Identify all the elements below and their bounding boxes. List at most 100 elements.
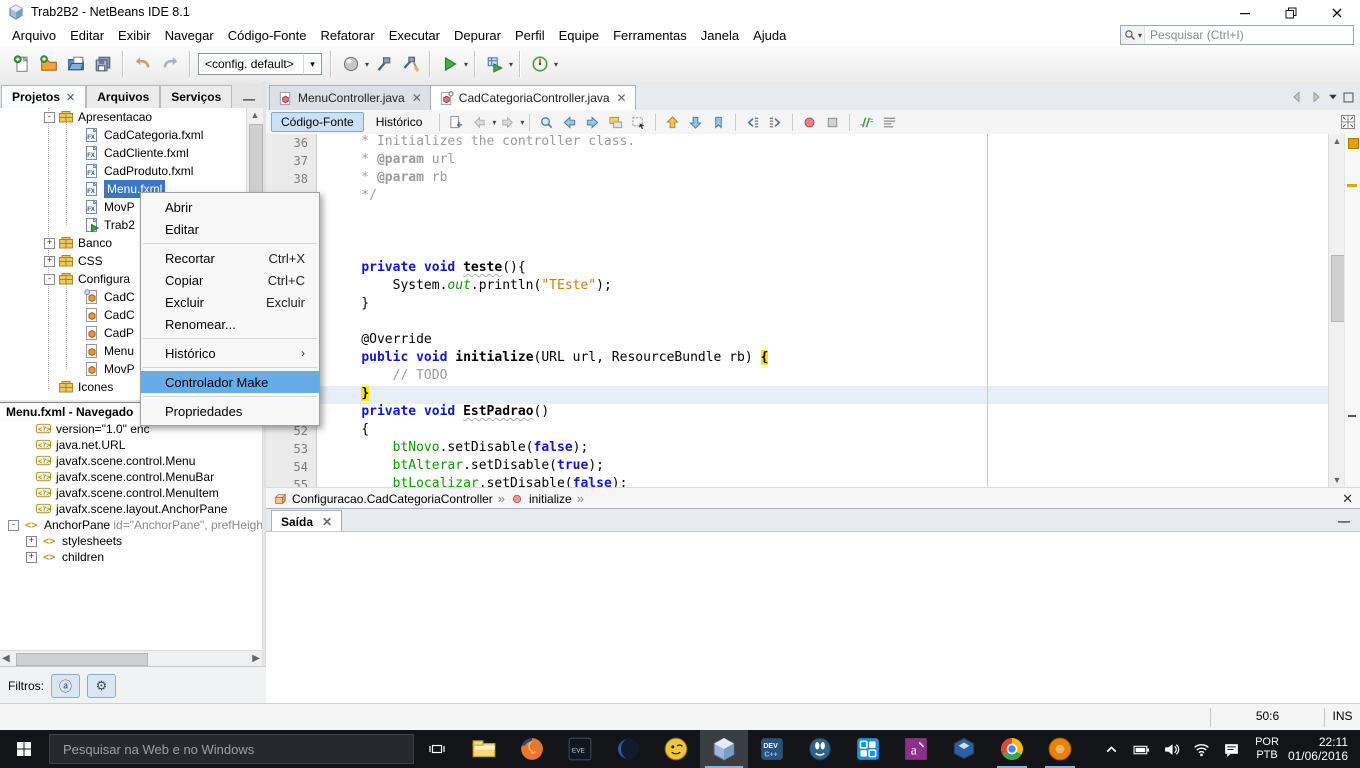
close-button[interactable] [1314,0,1360,26]
code-line[interactable]: // TODO [317,368,1329,386]
taskbar-app-netbeans[interactable] [700,730,748,768]
tree-expand-icon[interactable]: + [44,238,55,249]
tree-item[interactable]: -Apresentacao [0,108,262,126]
find-selection-button[interactable] [535,112,558,132]
tab-close-icon[interactable]: ✕ [412,91,422,105]
new-file-button[interactable] [8,51,35,78]
taskbar-app-eve[interactable]: EVE [556,730,604,768]
context-menu-item-copiar[interactable]: CopiarCtrl+C [141,269,319,291]
taskbar-app-postgresql[interactable] [796,730,844,768]
taskbar-app-orange-app[interactable] [1036,730,1084,768]
debug-project-dropdown-icon[interactable]: ▾ [509,60,513,69]
taskbar-app-file-explorer[interactable] [460,730,508,768]
tree-item[interactable]: FXCadCategoria.fxml [0,126,262,144]
code-line[interactable]: * Initializes the controller class. [317,134,1329,152]
tray-volume-button[interactable] [1156,741,1186,758]
set-main-project-button[interactable] [337,51,364,78]
filter-attributes-button[interactable]: ⓐ [51,674,80,698]
navigator-item[interactable]: +<>children [0,549,262,565]
tab-close-icon[interactable]: ✕ [617,91,627,105]
stripe-warning-badge[interactable] [1348,138,1359,149]
undo-button[interactable] [129,51,156,78]
editor-tab[interactable]: MenuController.java✕ [269,85,431,110]
navigator-collapse-icon[interactable]: - [8,520,19,531]
tray-message-button[interactable] [1216,741,1246,758]
tree-item[interactable]: FXCadCliente.fxml [0,144,262,162]
scroll-right-icon[interactable]: ▶ [252,651,260,666]
output-console[interactable] [266,531,1360,703]
tab-close-icon[interactable]: ✕ [66,91,75,104]
collapse-panel-button[interactable]: — [243,95,255,103]
tree-expand-icon[interactable]: + [44,256,55,267]
code-line[interactable]: private void teste(){ [317,260,1329,278]
save-all-button[interactable] [89,51,116,78]
navigator-expand-icon[interactable]: + [26,552,37,563]
code-line[interactable]: * @param rb [317,170,1329,188]
debug-project-button[interactable] [481,51,508,78]
next-bookmark-button[interactable] [684,112,707,132]
nav-back-button[interactable] [468,112,491,132]
code-line[interactable]: System.out.println("TEste"); [317,278,1329,296]
clean-and-build-project-button[interactable] [396,51,423,78]
history-view-button[interactable]: Histórico [366,112,433,132]
navigator-item[interactable]: <?>javafx.scene.layout.AnchorPane [0,501,262,517]
context-menu-item-excluir[interactable]: ExcluirExcluir [141,291,319,313]
navigator-tree[interactable]: <?>version="1.0" enc<?>java.net.URL<?>ja… [0,421,262,650]
rect-select-button[interactable] [627,112,650,132]
left-tab-projetos[interactable]: Projetos✕ [1,85,86,108]
code-line[interactable]: public void initialize(URL url, Resource… [317,350,1329,368]
maximize-editor-icon[interactable] [1342,91,1355,104]
navigator-hscrollbar[interactable]: ◀ ▶ [0,650,262,667]
profile-project-button[interactable] [526,51,553,78]
search-icon-button[interactable]: ▾ [1121,26,1145,44]
menubar-item[interactable]: Janela [694,26,746,45]
comment-button[interactable] [855,112,878,132]
navigator-item[interactable]: <?>javafx.scene.control.MenuBar [0,469,262,485]
editor-scrollbar[interactable]: ▲ ▼ [1328,134,1345,487]
breadcrumb-label[interactable]: initialize [529,492,572,506]
context-menu-item-editar[interactable]: Editar [141,218,319,240]
taskbar-clock[interactable]: 22:11 01/06/2016 [1288,735,1348,763]
code-line[interactable]: * @param url [317,152,1329,170]
config-caret-icon[interactable]: ▾ [303,55,321,73]
new-project-button[interactable] [35,51,62,78]
left-tab-arquivos[interactable]: Arquivos [86,85,160,108]
code-line[interactable] [317,206,1329,224]
taskbar-app-chrome[interactable] [988,730,1036,768]
scroll-tabs-right-icon[interactable] [1308,89,1324,105]
menubar-item[interactable]: Arquivo [5,26,63,45]
filter-content-button[interactable]: ⚙ [87,674,116,698]
taskbar-app-devcpp[interactable]: DEVC++ [748,730,796,768]
code-line[interactable]: private void EstPadrao() [317,404,1329,422]
tree-collapse-icon[interactable]: - [44,274,55,285]
context-menu-item-hist-rico[interactable]: Histórico› [141,342,319,364]
navigator-item[interactable]: <?>javafx.scene.control.Menu [0,453,262,469]
navigator-expand-icon[interactable]: + [26,536,37,547]
menubar-item[interactable]: Ferramentas [606,26,694,45]
navigator-item[interactable]: +<>stylesheets [0,533,262,549]
context-menu-item-recortar[interactable]: RecortarCtrl+X [141,247,319,269]
editor-tab[interactable]: CadCategoriaController.java✕ [430,85,636,110]
last-edit-button[interactable] [445,112,468,132]
code-line[interactable]: } [317,386,1329,404]
left-tab-serviços[interactable]: Serviços [160,85,232,108]
editor-scroll-up-icon[interactable]: ▲ [1329,134,1345,148]
taskbar-app-axure[interactable]: a [892,730,940,768]
output-tab[interactable]: Saída ✕ [271,510,342,532]
code-line[interactable] [317,224,1329,242]
menubar-item[interactable]: Depurar [447,26,508,45]
code-line[interactable]: btAlterar.setDisable(true); [317,458,1329,476]
find-previous-button[interactable] [558,112,581,132]
context-menu-item-abrir[interactable]: Abrir [141,196,319,218]
stop-macro-button[interactable] [821,112,844,132]
prev-bookmark-button[interactable] [661,112,684,132]
run-project-button[interactable] [436,51,463,78]
code-line[interactable] [317,314,1329,332]
profile-project-dropdown-icon[interactable]: ▾ [554,60,558,69]
scroll-tabs-left-icon[interactable] [1289,89,1305,105]
quick-search[interactable]: ▾ Pesquisar (Ctrl+I) [1120,25,1354,45]
menubar-item[interactable]: Ajuda [746,26,793,45]
start-button[interactable] [0,730,48,768]
taskbar-search[interactable]: Pesquisar na Web e no Windows [49,734,414,764]
shift-left-button[interactable] [741,112,764,132]
